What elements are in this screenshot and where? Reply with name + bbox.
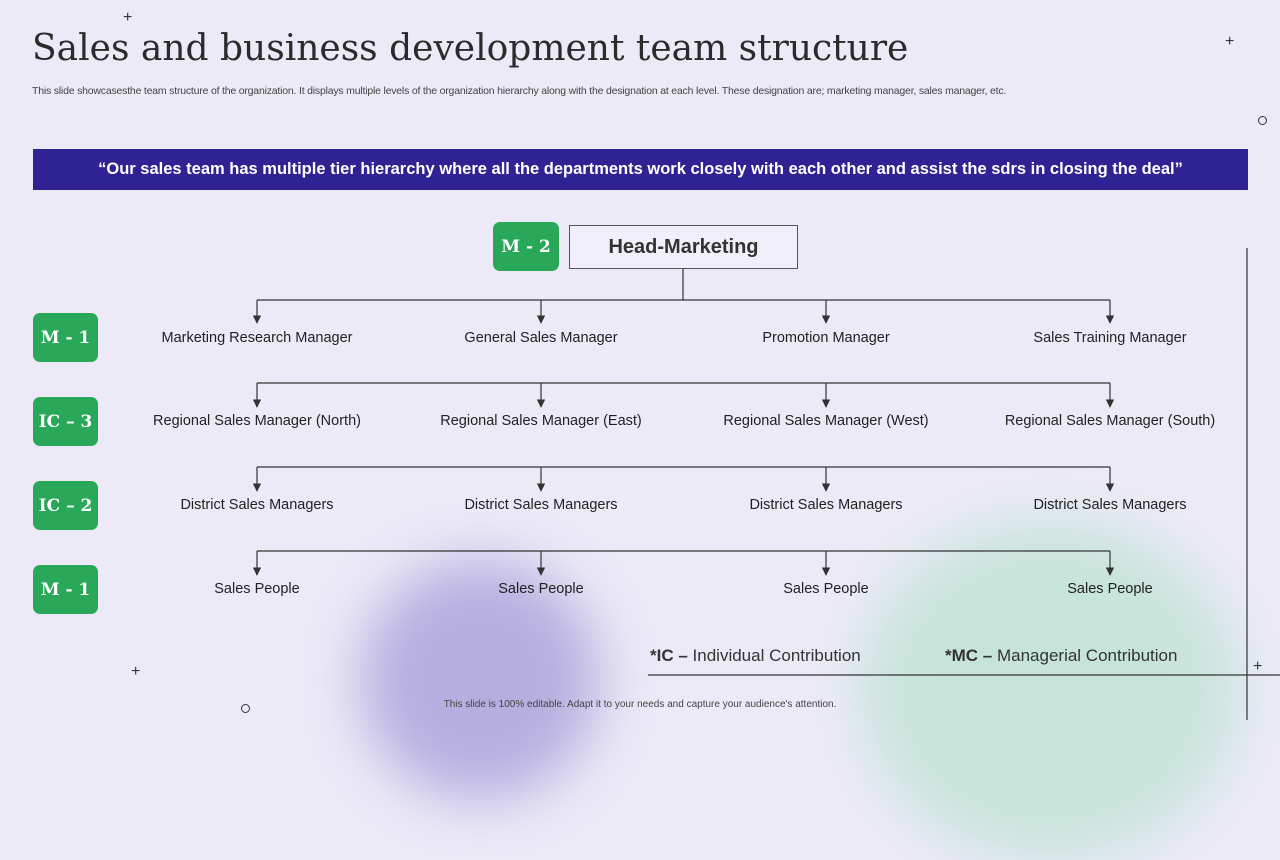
org-node-general-sales-manager: General Sales Manager	[464, 330, 618, 346]
level-badge-3: IC – 2	[33, 481, 98, 530]
org-node-regional-north: Regional Sales Manager (North)	[153, 413, 361, 429]
org-node-sales-training-manager: Sales Training Manager	[1033, 330, 1187, 346]
org-node-district-3: District Sales Managers	[749, 497, 903, 513]
level-badge-1: M - 1	[33, 313, 98, 362]
org-node-district-1: District Sales Managers	[180, 497, 334, 513]
org-node-sales-people-4: Sales People	[1067, 581, 1153, 597]
org-node-regional-east: Regional Sales Manager (East)	[440, 413, 642, 429]
legend-mc-key: *MC –	[945, 646, 993, 665]
legend-ic-text: Individual Contribution	[692, 646, 861, 665]
head-marketing-box: Head-Marketing	[569, 225, 798, 269]
level-badge-head: M - 2	[493, 222, 559, 271]
org-connectors	[252, 248, 1280, 720]
legend-ic-key: *IC –	[650, 646, 688, 665]
org-node-sales-people-1: Sales People	[214, 581, 300, 597]
org-node-district-4: District Sales Managers	[1033, 497, 1187, 513]
legend-ic: *IC – Individual Contribution	[650, 646, 861, 666]
level-badge-4: M - 1	[33, 565, 98, 614]
org-node-promotion-manager: Promotion Manager	[762, 330, 890, 346]
org-node-regional-west: Regional Sales Manager (West)	[723, 413, 929, 429]
legend-mc-text: Managerial Contribution	[996, 646, 1178, 665]
org-node-marketing-research-manager: Marketing Research Manager	[161, 330, 353, 346]
org-node-regional-south: Regional Sales Manager (South)	[1004, 413, 1216, 429]
level-badge-2: IC – 3	[33, 397, 98, 446]
legend-mc: *MC – Managerial Contribution	[945, 646, 1177, 666]
org-node-sales-people-2: Sales People	[498, 581, 584, 597]
footer-note: This slide is 100% editable. Adapt it to…	[443, 699, 837, 710]
org-node-sales-people-3: Sales People	[783, 581, 869, 597]
org-node-district-2: District Sales Managers	[464, 497, 618, 513]
